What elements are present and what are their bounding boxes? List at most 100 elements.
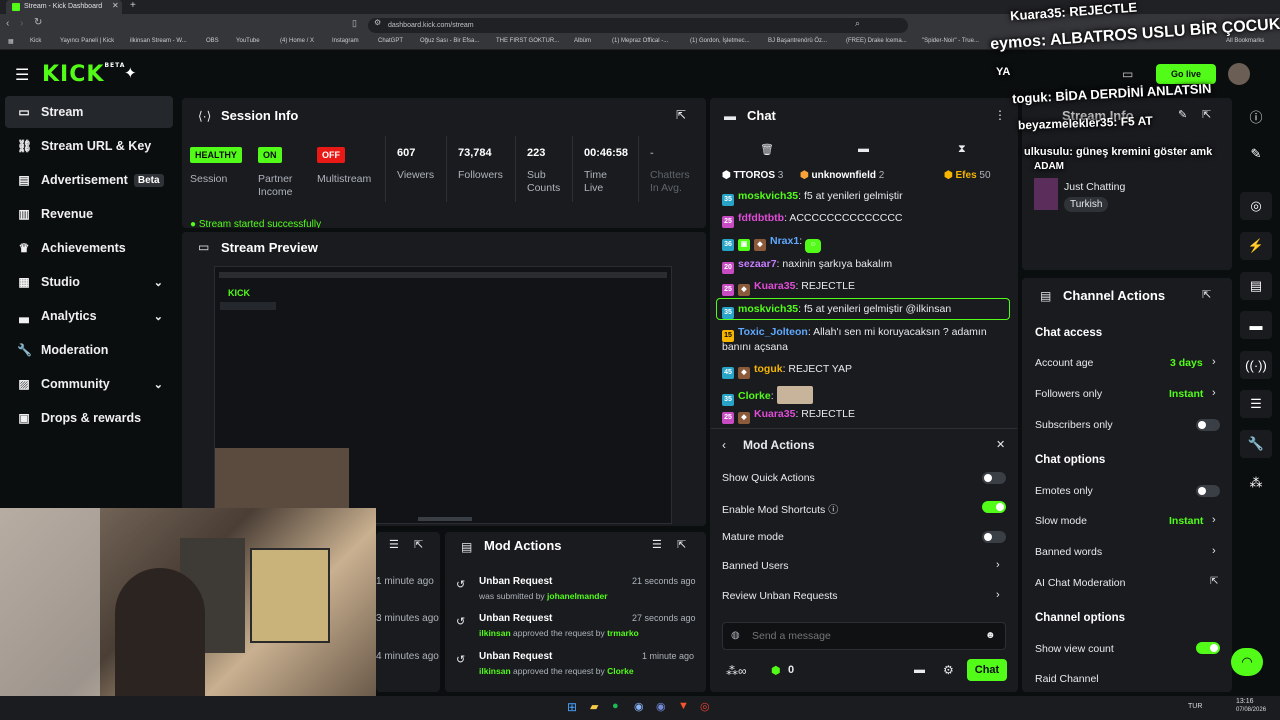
document-icon[interactable]: ▤	[1240, 272, 1272, 300]
chat-username[interactable]: sezaar7	[738, 258, 777, 270]
chat-username[interactable]: moskvich35	[738, 303, 798, 315]
mature-mode-toggle[interactable]	[982, 531, 1006, 543]
category-name[interactable]: Just Chatting	[1064, 181, 1125, 193]
close-tab-icon[interactable]: ✕	[112, 1, 119, 10]
bookmark-item[interactable]: OBS	[206, 38, 219, 44]
bookmark-item[interactable]: ilkinsan Stream - W...	[130, 38, 187, 44]
chat-username[interactable]: Kuara35	[754, 408, 795, 420]
show-view-count-toggle[interactable]	[1196, 642, 1220, 654]
sidebar-item-stream-url[interactable]: ⛓ Stream URL & Key	[5, 130, 173, 162]
pin-icon[interactable]: ✦	[124, 64, 137, 82]
send-chat-button[interactable]: Chat	[967, 659, 1007, 681]
popout-icon[interactable]: ⇱	[1202, 288, 1211, 301]
banned-words-link[interactable]: Banned words	[1035, 546, 1102, 558]
bookmark-item[interactable]: THE FIRST GOKTUR...	[496, 38, 559, 44]
external-link-icon[interactable]: ⇱	[1210, 576, 1218, 587]
discord-icon[interactable]: ◉	[656, 700, 666, 713]
bookmark-item[interactable]: YouTube	[236, 38, 260, 44]
camera-icon[interactable]: ◎	[1240, 192, 1272, 220]
apps-icon[interactable]: ▦	[8, 38, 14, 45]
sidebar-item-moderation[interactable]: 🔧 Moderation	[5, 334, 173, 366]
site-info-icon[interactable]: ⚙	[374, 18, 381, 27]
sidebar-item-analytics[interactable]: ▃ Analytics ⌄	[5, 300, 173, 332]
popout-icon[interactable]: ⇱	[414, 538, 423, 551]
smile-icon[interactable]: ☻	[985, 630, 996, 641]
zoom-icon[interactable]: ⌕	[855, 18, 860, 29]
mod-action-user[interactable]: ilkinsan	[479, 666, 511, 676]
chat-username[interactable]: Toxic_Jolteon	[738, 326, 808, 338]
chat-input[interactable]	[752, 627, 972, 645]
popout-icon[interactable]: ⇱	[1202, 108, 1211, 121]
leader-name[interactable]: TTOROS	[734, 170, 775, 181]
mod-tools-icon[interactable]: ⁂	[1240, 469, 1272, 497]
chat-username[interactable]: moskvich35	[738, 190, 798, 202]
bookmark-item[interactable]: Albüm	[574, 38, 591, 44]
bookmark-icon[interactable]: ▯	[352, 18, 357, 29]
info-icon[interactable]: ⓘ	[828, 505, 838, 516]
wrench-icon[interactable]: 🔧	[1240, 430, 1272, 458]
followers-only-value[interactable]: Instant	[1169, 388, 1203, 400]
bookmark-item[interactable]: BJ Başantrenörü Öz...	[768, 38, 827, 44]
mod-tools-icon[interactable]: ⁂∞	[726, 664, 747, 678]
review-unban-link[interactable]: Review Unban Requests	[722, 590, 838, 602]
chat-username[interactable]: Clorke	[738, 390, 771, 402]
mod-action-target[interactable]: Clorke	[607, 666, 633, 676]
browser-tab[interactable]: Stream - Kick Dashboard	[6, 0, 122, 14]
language-indicator[interactable]: TUR	[1188, 703, 1202, 710]
sidebar-item-advertisement[interactable]: ▤ Advertisement Beta	[5, 164, 173, 196]
start-icon[interactable]: ⊞	[567, 700, 577, 714]
more-options-icon[interactable]: ⋮	[994, 108, 1006, 122]
chrome-icon[interactable]: ◎	[700, 700, 710, 713]
sidebar-item-revenue[interactable]: ▥ Revenue	[5, 198, 173, 230]
stack-icon[interactable]: ☰	[1240, 390, 1272, 418]
emotes-only-toggle[interactable]	[1196, 485, 1220, 497]
support-icon[interactable]: ◠	[1231, 648, 1263, 676]
leader-name[interactable]: Efes	[956, 170, 977, 181]
show-quick-actions-toggle[interactable]	[982, 472, 1006, 484]
chat-username[interactable]: fdfdbtbtb	[738, 212, 784, 224]
emote-picker-icon[interactable]: ◍	[731, 630, 740, 641]
enable-mod-shortcuts-toggle[interactable]	[982, 501, 1006, 513]
reload-icon[interactable]: ↻	[34, 17, 42, 28]
message-icon[interactable]: ▬	[914, 664, 925, 676]
bookmark-item[interactable]: (4) Home / X	[280, 38, 314, 44]
popout-icon[interactable]: ⇱	[677, 538, 686, 551]
close-icon[interactable]: ✕	[996, 438, 1005, 451]
kick-logo[interactable]: KICKBETA	[42, 62, 125, 87]
brave-icon[interactable]: ▼	[678, 700, 689, 712]
message-icon[interactable]: ▬	[858, 143, 869, 155]
menu-icon[interactable]: ☰	[15, 65, 29, 85]
chevron-right-icon[interactable]: ›	[1212, 387, 1216, 399]
notification-icon[interactable]: ▭	[1122, 67, 1133, 81]
broadcast-icon[interactable]: ((·))	[1240, 351, 1272, 379]
url-field[interactable]: dashboard.kick.com/stream	[368, 18, 908, 33]
new-tab-icon[interactable]: +	[130, 0, 136, 11]
slow-mode-value[interactable]: Instant	[1169, 515, 1203, 527]
chat-username[interactable]: Nrax1	[770, 235, 799, 247]
edit-icon[interactable]: ✎	[1178, 108, 1187, 121]
bookmark-item[interactable]: (1) Mepraz Offical -...	[612, 38, 668, 44]
bookmark-item[interactable]: (1) Gordon, İşletmec...	[690, 38, 750, 44]
sidebar-item-achievements[interactable]: ♛ Achievements	[5, 232, 173, 264]
trash-icon[interactable]: 🗑	[760, 143, 774, 156]
all-bookmarks[interactable]: All Bookmarks	[1226, 38, 1264, 44]
bookmark-item[interactable]: Instagram	[332, 38, 359, 44]
bookmark-item[interactable]: Kick	[30, 38, 41, 44]
sidebar-item-stream[interactable]: ▭ Stream	[5, 96, 173, 128]
back-icon[interactable]: ‹	[6, 18, 9, 29]
popout-icon[interactable]: ⇱	[676, 108, 686, 122]
avatar[interactable]	[1228, 63, 1250, 85]
bookmark-item[interactable]: Yayıncı Paneli | Kick	[60, 38, 114, 44]
chat-username[interactable]: toguk	[754, 363, 783, 375]
ai-moderation-link[interactable]: AI Chat Moderation	[1035, 577, 1125, 589]
sidebar-item-studio[interactable]: ▦ Studio ⌄	[5, 266, 173, 298]
account-age-value[interactable]: 3 days	[1170, 357, 1203, 369]
category-thumbnail[interactable]	[1034, 178, 1058, 210]
raid-channel-link[interactable]: Raid Channel	[1035, 673, 1099, 685]
bookmark-item[interactable]: Oğuz Sası - Bir Efsa...	[420, 38, 479, 44]
info-icon[interactable]: ⓘ	[1240, 102, 1272, 130]
back-arrow-icon[interactable]: ‹	[722, 438, 726, 452]
pencil-icon[interactable]: ✎	[1240, 140, 1272, 168]
mod-action-target[interactable]: trmarko	[607, 628, 639, 638]
chevron-right-icon[interactable]: ›	[1212, 356, 1216, 368]
